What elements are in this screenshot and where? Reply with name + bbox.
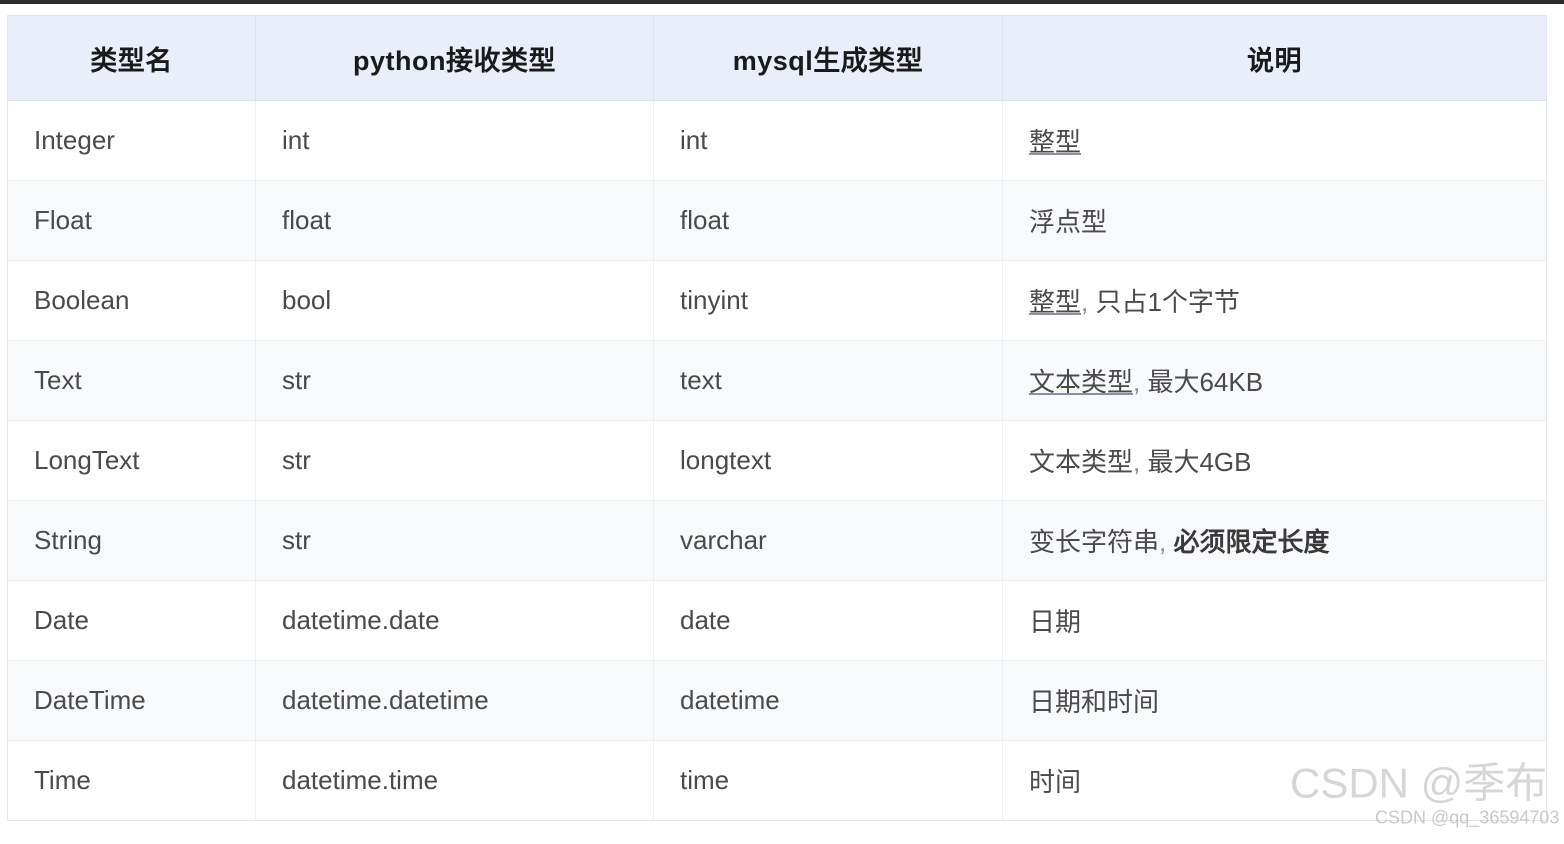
description-lead: 整型 (1029, 287, 1082, 317)
table-row: String str varchar 变长字符串, 必须限定长度 (7, 500, 1547, 581)
cell-description: 文本类型, 最大4GB (1002, 420, 1547, 501)
description-separator: , (1133, 447, 1148, 477)
table-header-row: 类型名 python接收类型 mysql生成类型 说明 (7, 15, 1547, 101)
top-edge-bar (0, 0, 1564, 4)
cell-mysql-type: text (653, 340, 1003, 421)
cell-python-type: str (255, 420, 654, 501)
column-header-description: 说明 (1002, 15, 1547, 101)
cell-python-type: datetime.datetime (255, 660, 654, 741)
cell-description: 整型 (1002, 100, 1547, 181)
cell-description: 整型, 只占1个字节 (1002, 260, 1547, 341)
type-mapping-table: 类型名 python接收类型 mysql生成类型 说明 Integer int … (7, 15, 1547, 821)
table-row: Text str text 文本类型, 最大64KB (7, 340, 1547, 421)
cell-type-name: LongText (7, 420, 256, 501)
description-lead: 整型 (1029, 127, 1082, 157)
description-tail: 只占1个字节 (1095, 287, 1240, 317)
cell-python-type: str (255, 500, 654, 581)
cell-type-name: Text (7, 340, 256, 421)
table-row: DateTime datetime.datetime datetime 日期和时… (7, 660, 1547, 741)
column-header-type-name: 类型名 (7, 15, 256, 101)
cell-type-name: Date (7, 580, 256, 661)
cell-description: 浮点型 (1002, 180, 1547, 261)
table-header: 类型名 python接收类型 mysql生成类型 说明 (7, 15, 1547, 101)
table-row: Integer int int 整型 (7, 100, 1547, 181)
cell-mysql-type: time (653, 740, 1003, 821)
cell-python-type: datetime.time (255, 740, 654, 821)
cell-python-type: int (255, 100, 654, 181)
description-tail: 必须限定长度 (1173, 527, 1330, 557)
cell-mysql-type: date (653, 580, 1003, 661)
cell-type-name: Boolean (7, 260, 256, 341)
table-row: Date datetime.date date 日期 (7, 580, 1547, 661)
cell-description: 日期 (1002, 580, 1547, 661)
description-lead: 时间 (1029, 767, 1082, 797)
description-separator: , (1159, 527, 1174, 557)
cell-mysql-type: tinyint (653, 260, 1003, 341)
cell-python-type: datetime.date (255, 580, 654, 661)
cell-description: 文本类型, 最大64KB (1002, 340, 1547, 421)
column-header-python-type: python接收类型 (255, 15, 654, 101)
description-lead: 浮点型 (1029, 207, 1108, 237)
table-row: Boolean bool tinyint 整型, 只占1个字节 (7, 260, 1547, 341)
description-lead: 文本类型 (1029, 447, 1134, 477)
cell-type-name: Integer (7, 100, 256, 181)
cell-type-name: DateTime (7, 660, 256, 741)
description-tail: 最大4GB (1147, 447, 1252, 477)
cell-type-name: String (7, 500, 256, 581)
cell-mysql-type: varchar (653, 500, 1003, 581)
description-lead: 文本类型 (1029, 367, 1134, 397)
cell-python-type: float (255, 180, 654, 261)
description-separator: , (1133, 367, 1148, 397)
cell-description: 时间 (1002, 740, 1547, 821)
table-row: Float float float 浮点型 (7, 180, 1547, 261)
cell-mysql-type: longtext (653, 420, 1003, 501)
table-row: Time datetime.time time 时间 (7, 740, 1547, 821)
type-mapping-table-container: 类型名 python接收类型 mysql生成类型 说明 Integer int … (7, 15, 1547, 822)
table-row: LongText str longtext 文本类型, 最大4GB (7, 420, 1547, 501)
cell-type-name: Float (7, 180, 256, 261)
cell-mysql-type: float (653, 180, 1003, 261)
description-lead: 日期和时间 (1029, 687, 1160, 717)
table-body: Integer int int 整型 Float float float 浮点型… (7, 100, 1547, 821)
description-lead: 日期 (1029, 607, 1082, 637)
cell-python-type: bool (255, 260, 654, 341)
cell-python-type: str (255, 340, 654, 421)
cell-type-name: Time (7, 740, 256, 821)
cell-mysql-type: int (653, 100, 1003, 181)
description-separator: , (1081, 287, 1096, 317)
cell-description: 变长字符串, 必须限定长度 (1002, 500, 1547, 581)
column-header-mysql-type: mysql生成类型 (653, 15, 1003, 101)
description-lead: 变长字符串 (1029, 527, 1160, 557)
cell-mysql-type: datetime (653, 660, 1003, 741)
description-tail: 最大64KB (1147, 367, 1264, 397)
cell-description: 日期和时间 (1002, 660, 1547, 741)
